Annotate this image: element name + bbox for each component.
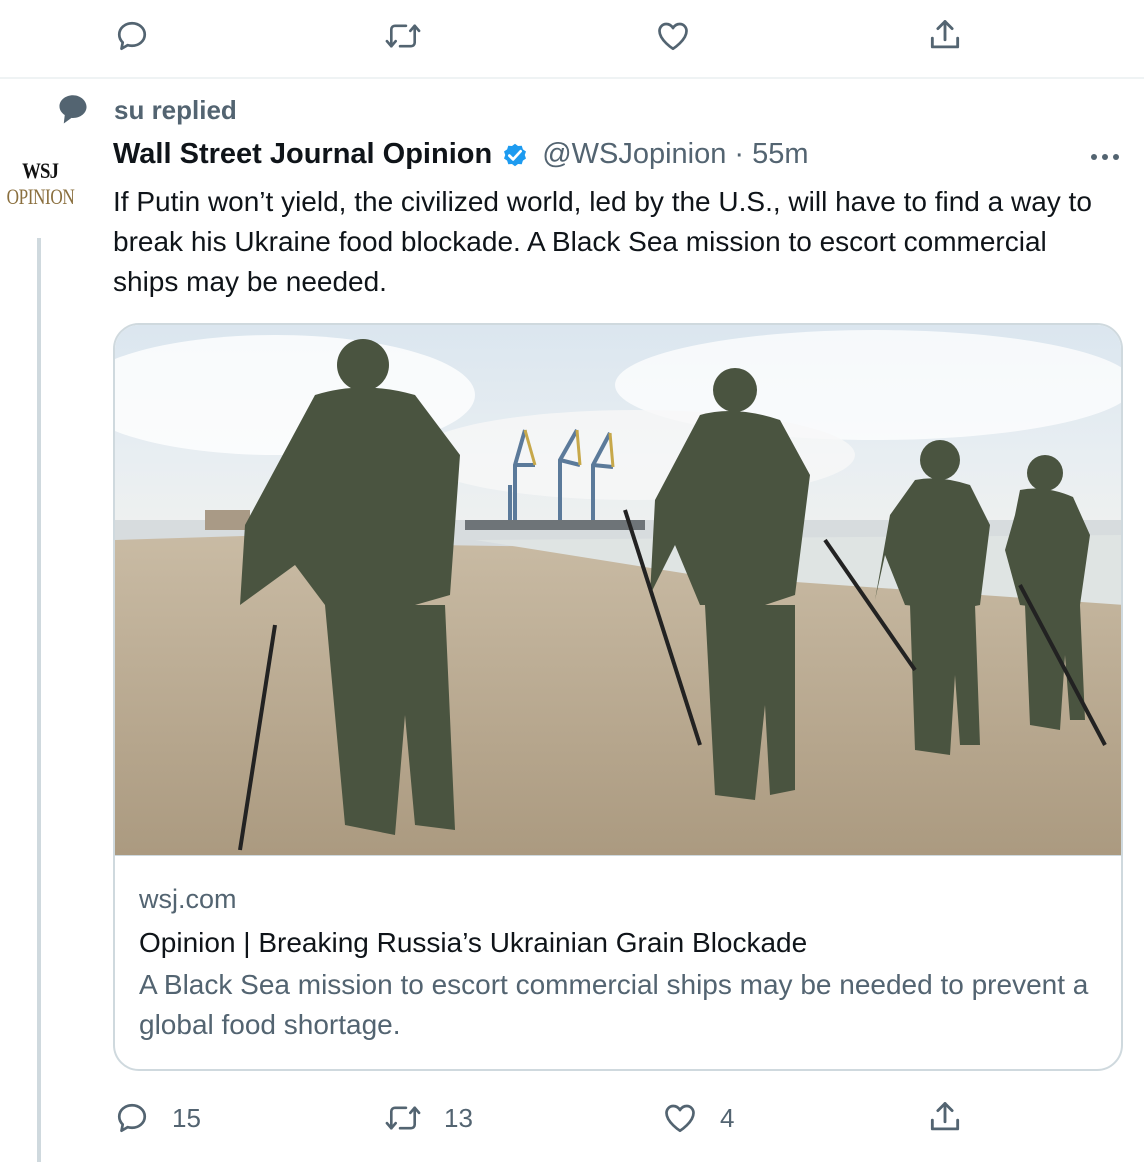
meta-separator: · (726, 138, 753, 170)
retweet-button[interactable]: 13 (384, 1100, 473, 1136)
card-title: Opinion | Breaking Russia’s Ukrainian Gr… (139, 927, 808, 958)
link-card[interactable]: wsj.com Opinion | Breaking Russia’s Ukra… (113, 323, 1123, 1071)
prev-like-button[interactable] (655, 18, 691, 54)
card-description: A Black Sea mission to escort commercial… (139, 969, 1089, 1040)
like-button[interactable]: 4 (662, 1100, 734, 1136)
speech-bubble-icon (58, 94, 88, 126)
divider (0, 77, 1144, 79)
tweet-header: Wall Street Journal Opinion @WSJopinion … (113, 138, 809, 171)
tweet-text: If Putin won’t yield, the civilized worl… (113, 186, 1092, 297)
reply-button[interactable]: 15 (114, 1100, 201, 1136)
avatar-line-2: OPINION (6, 184, 74, 209)
social-context-text: su replied (114, 94, 237, 125)
share-button[interactable] (926, 1098, 964, 1136)
thread-line (37, 238, 41, 1162)
avatar[interactable]: WSJ OPINION (0, 136, 80, 232)
verified-badge-icon (500, 140, 530, 170)
like-icon (655, 18, 691, 54)
retweet-count: 13 (444, 1102, 473, 1133)
card-body: wsj.com Opinion | Breaking Russia’s Ukra… (115, 855, 1121, 1045)
more-button[interactable] (1088, 140, 1122, 174)
share-icon (926, 16, 964, 54)
social-context[interactable]: su replied (58, 94, 237, 126)
reply-icon (114, 1100, 150, 1136)
prev-retweet-button[interactable] (384, 18, 422, 54)
author-handle[interactable]: @WSJopinion (542, 138, 726, 171)
prev-reply-button[interactable] (114, 18, 150, 54)
author-name[interactable]: Wall Street Journal Opinion (113, 138, 492, 171)
like-count: 4 (720, 1102, 735, 1133)
avatar-line-1: WSJ (22, 158, 59, 183)
retweet-icon (384, 1100, 422, 1136)
tweet-time[interactable]: 55m (752, 138, 808, 171)
card-image[interactable] (115, 325, 1121, 855)
more-icon (1088, 140, 1122, 174)
reply-count: 15 (172, 1102, 201, 1133)
like-icon (662, 1100, 698, 1136)
reply-icon (114, 18, 150, 54)
card-domain: wsj.com (139, 884, 237, 914)
prev-share-button[interactable] (926, 16, 964, 54)
retweet-icon (384, 18, 422, 54)
share-icon (926, 1098, 964, 1136)
